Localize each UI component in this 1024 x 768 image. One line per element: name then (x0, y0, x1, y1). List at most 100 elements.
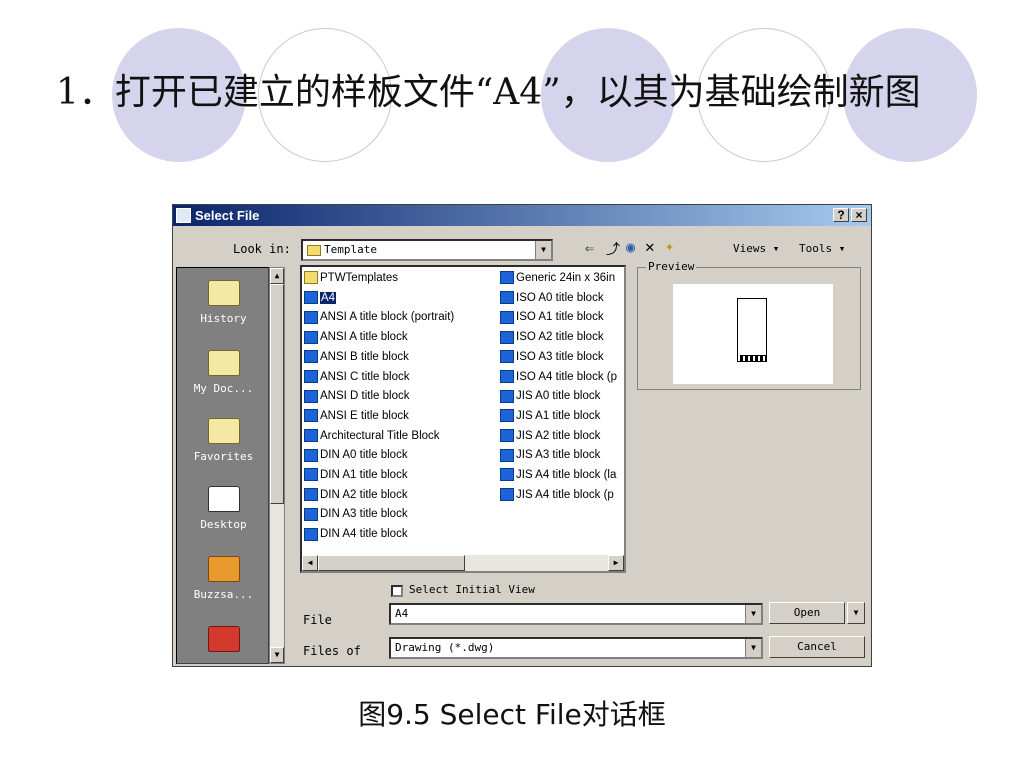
desktop-icon (207, 486, 240, 512)
open-button[interactable]: Open (769, 602, 845, 624)
list-item[interactable]: ISO A0 title block (500, 289, 624, 307)
list-item[interactable]: Architectural Title Block (304, 427, 496, 445)
chevron-down-icon[interactable]: ▼ (745, 639, 761, 657)
folder-icon (304, 271, 318, 285)
files-of-type-label: Files of (303, 644, 361, 658)
template-file-icon (304, 350, 318, 364)
list-item[interactable]: JIS A4 title block (la (500, 466, 624, 484)
close-button[interactable]: × (851, 208, 867, 222)
file-name: ISO A4 title block (p (516, 370, 617, 383)
place-label: Favorites (193, 450, 254, 463)
template-file-icon (500, 369, 514, 383)
look-in-combo[interactable]: Template ▼ (301, 239, 553, 261)
tools-menu[interactable]: Tools ▾ (799, 242, 845, 255)
place-label: My Doc... (193, 382, 254, 395)
history-icon (207, 280, 240, 306)
search-web-icon[interactable]: ◉ (626, 238, 635, 256)
list-item[interactable]: ISO A2 title block (500, 328, 624, 346)
help-button[interactable]: ? (833, 208, 849, 222)
places-bar: History My Doc... Favorites Desktop Buzz… (176, 267, 269, 664)
place-my-documents[interactable]: My Doc... (177, 350, 268, 395)
template-file-icon (304, 468, 318, 482)
place-extra[interactable] (177, 626, 268, 658)
hscroll-thumb[interactable] (318, 555, 465, 571)
delete-icon[interactable]: ✕ (645, 237, 655, 256)
red-folder-icon (207, 626, 240, 652)
place-label: History (200, 312, 247, 325)
list-item[interactable]: ANSI B title block (304, 348, 496, 366)
list-item[interactable]: ISO A3 title block (500, 348, 624, 366)
list-item[interactable]: ANSI A title block (portrait) (304, 308, 496, 326)
list-item[interactable]: ANSI E title block (304, 407, 496, 425)
template-file-icon (304, 488, 318, 502)
file-list-hscroll[interactable]: ◀ ▶ (302, 555, 624, 571)
documents-folder-icon (207, 350, 240, 376)
file-name: DIN A2 title block (320, 488, 408, 501)
file-name: DIN A0 title block (320, 449, 408, 462)
chevron-down-icon[interactable]: ▼ (745, 605, 761, 623)
template-file-icon (500, 429, 514, 443)
file-name: JIS A0 title block (516, 390, 601, 403)
scroll-right-icon[interactable]: ▶ (608, 555, 624, 571)
files-of-type-select[interactable]: Drawing (*.dwg) ▼ (389, 637, 763, 659)
select-initial-view-label: Select Initial View (409, 583, 535, 596)
template-file-icon (500, 271, 514, 285)
place-history[interactable]: History (177, 280, 268, 325)
select-initial-view-checkbox[interactable] (391, 585, 403, 597)
list-item[interactable]: DIN A0 title block (304, 446, 496, 464)
list-item[interactable]: PTWTemplates (304, 269, 496, 287)
dialog-title: Select File (195, 208, 260, 223)
file-name: ANSI D title block (320, 390, 410, 403)
list-item[interactable]: ISO A4 title block (p (500, 368, 624, 386)
template-file-icon (500, 448, 514, 462)
scroll-thumb[interactable] (270, 284, 284, 504)
list-item[interactable]: ANSI C title block (304, 368, 496, 386)
template-file-icon (304, 409, 318, 423)
list-item[interactable]: ANSI D title block (304, 387, 496, 405)
list-item[interactable]: JIS A1 title block (500, 407, 624, 425)
list-item[interactable]: JIS A0 title block (500, 387, 624, 405)
list-item[interactable]: ISO A1 title block (500, 308, 624, 326)
template-file-icon (500, 468, 514, 482)
back-icon[interactable]: ⇐ (585, 239, 594, 257)
scroll-left-icon[interactable]: ◀ (302, 555, 318, 571)
slide-title: 1．打开已建立的样板文件“A4”，以其为基础绘制新图 (56, 72, 921, 113)
scroll-down-icon[interactable]: ▼ (270, 647, 284, 663)
up-folder-icon[interactable]: ⤴ (606, 239, 620, 259)
file-name: DIN A3 title block (320, 508, 408, 521)
dialog-titlebar[interactable]: Select File ? × (173, 205, 871, 226)
list-item[interactable]: DIN A2 title block (304, 486, 496, 504)
scroll-up-icon[interactable]: ▲ (270, 268, 284, 284)
select-file-dialog: Select File ? × Look in: Template ▼ ⇐ ⤴ … (172, 204, 872, 667)
list-item[interactable]: JIS A4 title block (p (500, 486, 624, 504)
template-file-icon (304, 507, 318, 521)
list-item[interactable]: JIS A2 title block (500, 427, 624, 445)
list-item[interactable]: ANSI A title block (304, 328, 496, 346)
look-in-label: Look in: (233, 242, 291, 256)
list-item[interactable]: DIN A3 title block (304, 505, 496, 523)
template-file-icon (500, 330, 514, 344)
new-folder-icon[interactable]: ✦ (665, 237, 674, 255)
list-item[interactable]: A4 (304, 289, 496, 307)
file-list[interactable]: PTWTemplates A4 ANSI A title block (portra… (300, 265, 626, 573)
files-of-type-value: Drawing (*.dwg) (395, 641, 495, 654)
views-menu[interactable]: Views ▾ (733, 242, 779, 255)
list-item[interactable]: Generic 24in x 36in (500, 269, 624, 287)
template-file-icon (500, 310, 514, 324)
chevron-down-icon[interactable]: ▼ (535, 241, 551, 259)
file-name: JIS A2 title block (516, 429, 601, 442)
place-favorites[interactable]: Favorites (177, 418, 268, 463)
list-item[interactable]: DIN A4 title block (304, 525, 496, 543)
file-name-input[interactable]: A4 ▼ (389, 603, 763, 625)
list-item[interactable]: JIS A3 title block (500, 446, 624, 464)
list-item[interactable]: DIN A1 title block (304, 466, 496, 484)
place-desktop[interactable]: Desktop (177, 486, 268, 531)
file-name-value: A4 (395, 607, 409, 620)
file-name: ANSI A title block (portrait) (320, 311, 455, 324)
open-dropdown-icon[interactable]: ▼ (847, 602, 865, 624)
places-scrollbar[interactable]: ▲ ▼ (269, 267, 285, 664)
place-buzzsaw[interactable]: Buzzsa... (177, 556, 268, 601)
favorites-star-icon (207, 418, 240, 444)
cancel-button[interactable]: Cancel (769, 636, 865, 658)
file-name: Generic 24in x 36in (516, 272, 616, 284)
